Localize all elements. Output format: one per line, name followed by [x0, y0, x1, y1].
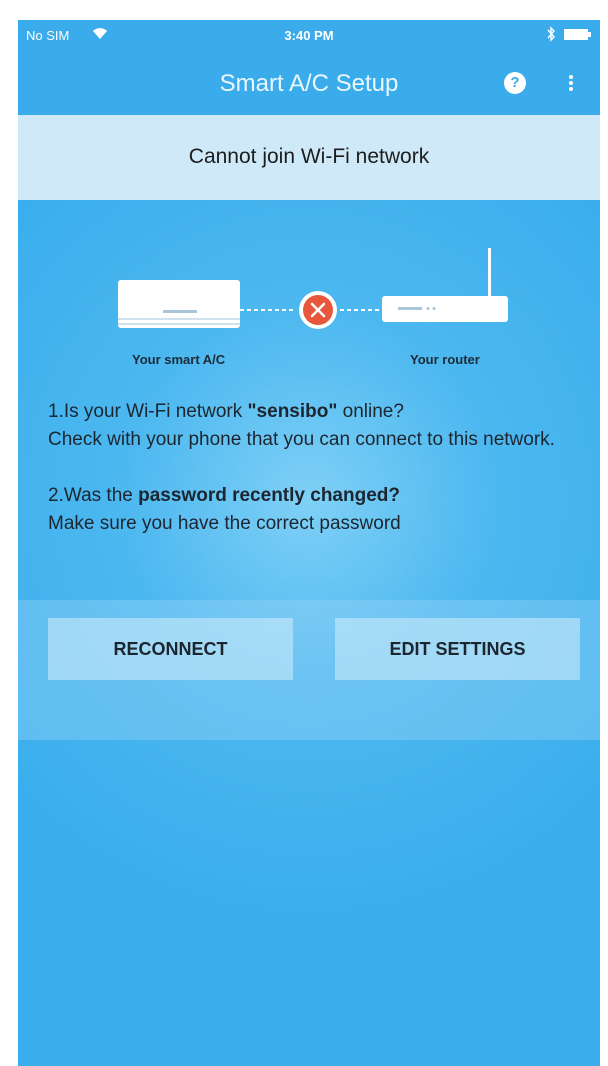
troubleshooting-steps: 1.Is your Wi-Fi network "sensibo" online… [48, 398, 593, 538]
router-icon [382, 248, 508, 322]
action-buttons: RECONNECT EDIT SETTINGS [18, 600, 600, 740]
reconnect-button[interactable]: RECONNECT [48, 618, 293, 680]
error-banner: Cannot join Wi-Fi network [18, 115, 600, 200]
ac-unit-icon [118, 280, 240, 328]
battery-icon [564, 29, 591, 40]
edit-settings-button[interactable]: EDIT SETTINGS [335, 618, 580, 680]
clock: 3:40 PM [284, 28, 334, 43]
help-button[interactable]: ? [504, 72, 526, 94]
network-name: "sensibo" [247, 401, 338, 422]
router-label: Your router [410, 352, 480, 367]
connection-error-icon [299, 291, 337, 329]
diagram-graphic [118, 248, 508, 329]
step-2-detail: Make sure you have the correct password [48, 513, 401, 534]
ac-label: Your smart A/C [132, 352, 226, 367]
error-message: Cannot join Wi-Fi network [188, 145, 430, 168]
app-bar: Smart A/C Setup ? [18, 50, 600, 115]
overflow-menu-icon[interactable] [568, 72, 574, 94]
step-1-detail: Check with your phone that you can conne… [48, 429, 555, 450]
step-1-question: 1.Is your Wi-Fi network "sensibo" online… [48, 401, 404, 422]
bluetooth-icon [547, 26, 555, 42]
step-2-question: 2.Was the password recently changed? [48, 485, 400, 506]
phone-screen: No SIM 3:40 PM Smart A/C Setup ? Cannot … [18, 20, 600, 1066]
status-bar: No SIM 3:40 PM [18, 20, 600, 50]
connection-diagram: Your smart A/C Your router [18, 240, 600, 367]
